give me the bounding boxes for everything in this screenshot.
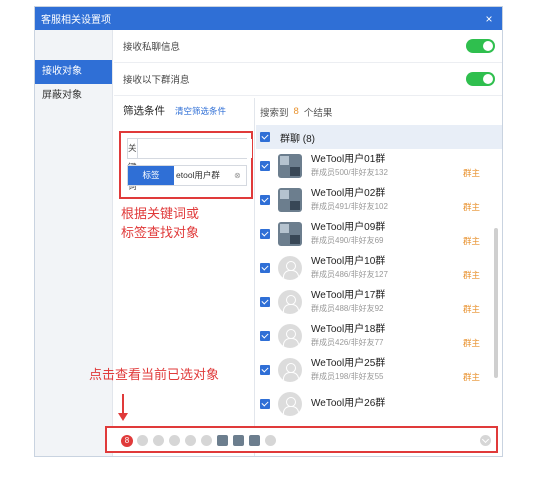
group-header-row[interactable]: 群聊 (8): [256, 125, 502, 149]
item-role: 群主: [463, 236, 481, 246]
list-item[interactable]: WeTool用户26群: [256, 387, 502, 421]
default-avatar-icon: [278, 290, 302, 314]
selected-hint-annotation: 点击查看当前已选对象: [89, 368, 220, 383]
list-item[interactable]: WeTool用户09群 群成员490/非好友69 群主: [256, 217, 502, 251]
filter-header: 筛选条件 清空筛选条件: [114, 98, 254, 123]
item-meta: 群成员486/非好友127: [311, 270, 388, 279]
list-item[interactable]: WeTool用户01群 群成员500/非好友132 群主: [256, 149, 502, 183]
selected-avatar[interactable]: [137, 435, 148, 446]
setting-label: 接收以下群消息: [123, 75, 190, 86]
list-item[interactable]: WeTool用户17群 群成员488/非好友92 群主: [256, 285, 502, 319]
results-suffix: 个结果: [303, 107, 333, 119]
item-name: WeTool用户26群: [311, 397, 386, 409]
receive-private-toggle[interactable]: [466, 39, 495, 53]
item-meta: 群成员426/非好友77: [311, 338, 384, 347]
group-checkbox[interactable]: [260, 132, 270, 142]
item-name: WeTool用户01群: [311, 154, 386, 165]
item-checkbox[interactable]: [260, 331, 270, 341]
tag-value[interactable]: etool用户群: [174, 166, 234, 185]
selected-avatar[interactable]: [185, 435, 196, 446]
item-role: 群主: [463, 338, 481, 348]
filter-panel: 筛选条件 清空筛选条件 关键词 标签 etool用户群 ⊗ 根据关键词或 标签查…: [114, 98, 255, 456]
list-item[interactable]: WeTool用户10群 群成员486/非好友127 群主: [256, 251, 502, 285]
selected-count-badge[interactable]: 8: [121, 435, 133, 447]
settings-dialog: 客服相关设置项 × 接收对象 屏蔽对象 接收私聊信息 接收以下群消息 筛选条件 …: [34, 6, 503, 457]
item-checkbox[interactable]: [260, 297, 270, 307]
sidebar-item-blocked-targets[interactable]: 屏蔽对象: [35, 84, 112, 108]
tag-row: 标签 etool用户群 ⊗: [127, 165, 247, 186]
search-hint-line: 根据关键词或: [121, 207, 200, 222]
item-meta: 群成员500/非好友132: [311, 168, 388, 177]
item-checkbox[interactable]: [260, 195, 270, 205]
selected-avatar[interactable]: [169, 435, 180, 446]
group-list: WeTool用户01群 群成员500/非好友132 群主 WeTool用户02群群…: [256, 149, 502, 456]
keyword-input[interactable]: [137, 139, 252, 158]
group-avatar: [278, 222, 302, 246]
filter-title: 筛选条件: [123, 105, 165, 117]
sidebar: 接收对象 屏蔽对象: [35, 30, 113, 456]
results-prefix: 搜索到: [260, 107, 289, 119]
title-bar: 客服相关设置项 ×: [35, 7, 502, 30]
item-name: WeTool用户25群: [311, 358, 386, 369]
clear-filters-link[interactable]: 清空筛选条件: [175, 105, 226, 117]
item-role: 群主: [463, 168, 481, 178]
group-avatar: [278, 154, 302, 178]
selected-avatar[interactable]: [153, 435, 164, 446]
item-checkbox[interactable]: [260, 229, 270, 239]
item-name: WeTool用户17群: [311, 290, 386, 301]
default-avatar-icon: [278, 392, 302, 416]
selected-avatar[interactable]: [217, 435, 228, 446]
selected-avatar[interactable]: [233, 435, 244, 446]
list-item[interactable]: WeTool用户25群 群成员198/非好友55 群主: [256, 353, 502, 387]
item-name: WeTool用户10群: [311, 256, 386, 267]
dialog-title: 客服相关设置项: [41, 15, 111, 26]
item-meta: 群成员198/非好友55: [311, 372, 384, 381]
keyword-row: 关键词: [127, 138, 252, 191]
item-meta: 群成员488/非好友92: [311, 304, 384, 313]
arrow-head-icon: [118, 413, 128, 421]
group-label: 群聊 (8): [280, 133, 315, 145]
default-avatar-icon: [278, 256, 302, 280]
search-hint-annotation: 根据关键词或 标签查找对象: [121, 205, 251, 243]
setting-receive-private: 接收私聊信息: [114, 30, 502, 63]
list-item[interactable]: WeTool用户02群 群成员491/非好友102 群主: [256, 183, 502, 217]
setting-label: 接收私聊信息: [123, 42, 181, 53]
item-meta: 群成员490/非好友69: [311, 236, 384, 245]
clear-tag-icon[interactable]: ⊗: [234, 166, 246, 185]
results-count: 8: [293, 106, 299, 117]
item-role: 群主: [463, 304, 481, 314]
group-avatar: [278, 188, 302, 212]
keyword-label[interactable]: 关键词: [128, 139, 138, 191]
selected-avatar[interactable]: [249, 435, 260, 446]
receive-groups-toggle[interactable]: [466, 72, 495, 86]
default-avatar-icon: [278, 358, 302, 382]
list-scrollbar[interactable]: [494, 228, 498, 378]
item-checkbox[interactable]: [260, 399, 270, 409]
item-name: WeTool用户18群: [311, 324, 386, 335]
setting-receive-groups: 接收以下群消息: [114, 63, 502, 96]
results-header: 搜索到 8 个结果: [256, 98, 502, 125]
item-checkbox[interactable]: [260, 263, 270, 273]
item-name: WeTool用户02群: [311, 188, 386, 199]
content-panel: 接收私聊信息 接收以下群消息 筛选条件 清空筛选条件 关键词 标签 etool用…: [114, 30, 502, 456]
close-icon[interactable]: ×: [476, 12, 502, 26]
sidebar-item-receive-targets[interactable]: 接收对象: [35, 60, 112, 84]
selected-objects-bar[interactable]: 8: [105, 426, 498, 453]
item-role: 群主: [463, 270, 481, 280]
item-meta: 群成员491/非好友102: [311, 202, 388, 211]
item-checkbox[interactable]: [260, 365, 270, 375]
selected-avatar[interactable]: [265, 435, 276, 446]
search-hint-line: 标签查找对象: [121, 226, 200, 241]
default-avatar-icon: [278, 324, 302, 348]
expand-chevron-icon[interactable]: [480, 435, 491, 446]
selected-avatar[interactable]: [201, 435, 212, 446]
item-role: 群主: [463, 202, 481, 212]
results-panel: 搜索到 8 个结果 群聊 (8) WeTool用户01群 群成员500/非好友13…: [256, 98, 502, 456]
item-role: 群主: [463, 372, 481, 382]
tag-label[interactable]: 标签: [128, 166, 174, 185]
filter-highlight-box: 关键词 标签 etool用户群 ⊗: [119, 131, 253, 199]
item-name: WeTool用户09群: [311, 222, 386, 233]
item-checkbox[interactable]: [260, 161, 270, 171]
list-item[interactable]: WeTool用户18群 群成员426/非好友77 群主: [256, 319, 502, 353]
